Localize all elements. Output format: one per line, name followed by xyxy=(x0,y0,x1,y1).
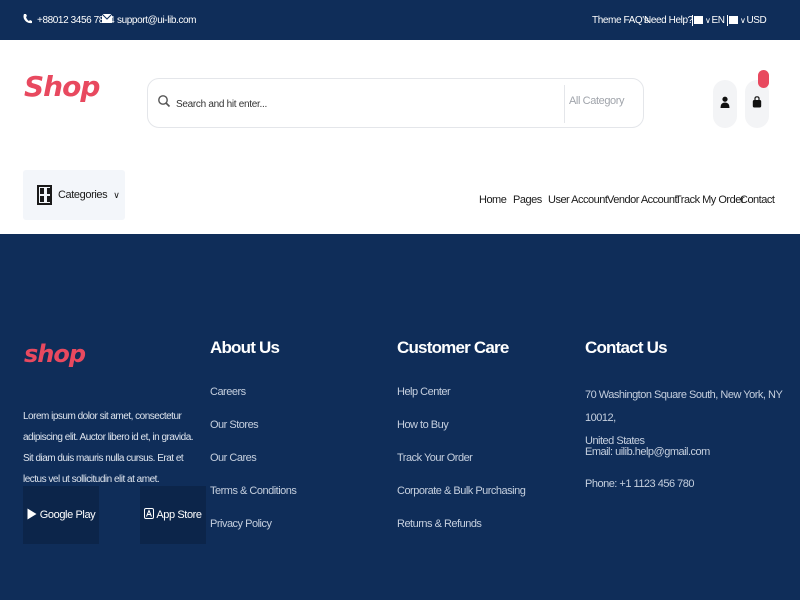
app-store-icon xyxy=(144,508,155,522)
phone-icon xyxy=(23,13,32,27)
cart-count-badge xyxy=(758,70,769,88)
contact-phone[interactable]: Phone: +1 1123 456 780 xyxy=(585,473,695,496)
user-account-button[interactable] xyxy=(713,80,737,128)
chevron-down-icon: ∨ xyxy=(705,15,711,25)
user-icon xyxy=(720,95,730,113)
footer: shop Lorem ipsum dolor sit amet, consect… xyxy=(0,234,800,600)
currency-value: USD xyxy=(746,14,767,26)
nav-home[interactable]: Home xyxy=(479,194,507,206)
footer-link[interactable]: Our Stores xyxy=(210,419,296,452)
search-divider xyxy=(564,85,565,123)
google-play-icon xyxy=(27,508,37,523)
footer-link[interactable]: Privacy Policy xyxy=(210,518,296,551)
footer-link[interactable]: Our Cares xyxy=(210,452,296,485)
mail-icon xyxy=(101,13,113,26)
google-play-label: Google Play xyxy=(39,509,96,521)
app-store-label: App Store xyxy=(156,509,202,521)
topbar-phone[interactable]: +88012 3456 7894 xyxy=(23,0,115,40)
google-play-button[interactable]: Google Play xyxy=(23,486,99,544)
topbar-email[interactable]: support@ui-lib.com xyxy=(101,0,197,40)
flag-icon xyxy=(727,15,738,26)
site-logo[interactable]: Shop xyxy=(24,70,100,103)
theme-faq-link[interactable]: Theme FAQ's xyxy=(592,0,649,40)
search-bar: All Category xyxy=(147,78,644,128)
contact-email[interactable]: Email: uilib.help@gmail.com xyxy=(585,441,710,464)
categories-label: Categories xyxy=(58,189,108,201)
footer-about-text: Lorem ipsum dolor sit amet, consectetur … xyxy=(23,411,194,485)
footer-link[interactable]: Terms & Conditions xyxy=(210,485,297,518)
nav-vendor-account[interactable]: Vendor Account xyxy=(607,194,678,206)
nav-pages[interactable]: Pages xyxy=(513,194,542,206)
contact-address-line: 70 Washington Square South, New York, NY… xyxy=(585,389,783,424)
footer-link[interactable]: Careers xyxy=(210,386,296,419)
currency-select[interactable]: ∨ USD xyxy=(727,0,767,40)
chevron-down-icon: ∨ xyxy=(113,189,120,200)
flag-icon xyxy=(692,15,703,26)
language-select[interactable]: ∨ EN xyxy=(692,0,725,40)
language-value: EN xyxy=(711,14,725,26)
footer-link[interactable]: How to Buy xyxy=(397,419,525,452)
customer-care-links: Help Center How to Buy Track Your Order … xyxy=(397,386,526,551)
grid-icon xyxy=(37,185,52,205)
need-help-link[interactable]: Need Help? xyxy=(644,0,693,40)
footer-link[interactable]: Corporate & Bulk Purchasing xyxy=(397,485,526,518)
footer-link[interactable]: Track Your Order xyxy=(397,452,525,485)
search-icon xyxy=(157,94,175,112)
contact-us-heading: Contact Us xyxy=(585,338,668,357)
app-store-button[interactable]: App Store xyxy=(140,486,206,544)
footer-logo[interactable]: shop xyxy=(24,340,86,368)
nav-track-my-order[interactable]: Track My Order xyxy=(675,194,745,206)
about-us-heading: About Us xyxy=(210,338,280,357)
nav-user-account[interactable]: User Account xyxy=(548,194,608,206)
topbar-email-text: support@ui-lib.com xyxy=(117,14,197,26)
footer-link[interactable]: Returns & Refunds xyxy=(397,518,525,551)
categories-dropdown[interactable]: Categories ∨ xyxy=(23,170,125,220)
search-input[interactable] xyxy=(176,93,556,115)
category-select[interactable]: All Category xyxy=(569,95,625,107)
chevron-down-icon: ∨ xyxy=(740,15,746,25)
customer-care-heading: Customer Care xyxy=(397,338,509,357)
nav-contact[interactable]: Contact xyxy=(740,194,775,206)
footer-link[interactable]: Help Center xyxy=(397,386,525,419)
about-us-links: Careers Our Stores Our Cares Terms & Con… xyxy=(210,386,297,551)
shopping-bag-icon xyxy=(752,95,762,113)
top-bar: +88012 3456 7894 support@ui-lib.com Them… xyxy=(0,0,800,40)
